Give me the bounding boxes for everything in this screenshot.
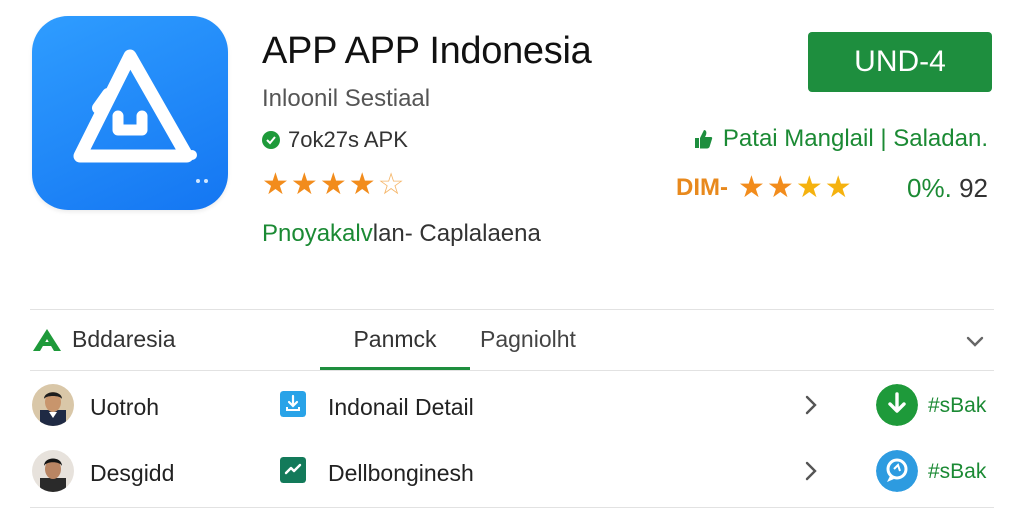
install-button[interactable]: UND-4 bbox=[808, 32, 992, 92]
star-icon: ★ bbox=[738, 171, 765, 204]
app-rating-stars: ★ ★ ★ ★ ☆ bbox=[262, 168, 405, 202]
star-icon: ★ bbox=[824, 171, 852, 204]
stats-row: DIM- ★ ★ ★ ★ 0%. 92 bbox=[676, 168, 988, 208]
star-icon: ★ bbox=[262, 168, 289, 201]
brand-logo-icon bbox=[33, 328, 61, 351]
thumbs-up-icon bbox=[694, 130, 713, 149]
app-tagline: Pnoyakalvlan- Caplalaena bbox=[262, 220, 541, 248]
stat-stars: ★ ★ ★ ★ bbox=[738, 171, 872, 205]
star-icon: ★ bbox=[766, 171, 794, 204]
apk-size-label: 7ok27s APK bbox=[288, 127, 408, 152]
warning-triangle-icon bbox=[73, 49, 208, 183]
star-icon: ★ bbox=[290, 168, 318, 201]
list-item-name: Uotroh bbox=[90, 394, 160, 420]
tab-pagniolht[interactable]: Pagniolht bbox=[480, 326, 576, 370]
download-app-icon bbox=[280, 391, 306, 417]
star-icon: ★ bbox=[795, 171, 823, 204]
list-item[interactable]: Uotroh Indonail Detail #sBak bbox=[30, 374, 994, 438]
divider bbox=[30, 370, 994, 371]
list-item-name: Desgidd bbox=[90, 460, 175, 486]
stat-label: DIM- bbox=[676, 174, 728, 201]
location-icon[interactable] bbox=[876, 450, 918, 492]
star-outline-icon: ☆ bbox=[377, 168, 405, 201]
verified-check-icon bbox=[262, 131, 280, 149]
chevron-down-icon[interactable] bbox=[964, 330, 986, 352]
divider bbox=[30, 507, 994, 508]
list-item[interactable]: Desgidd Dellbonginesh #sBak bbox=[30, 440, 994, 504]
avatar bbox=[32, 384, 74, 426]
app-icon bbox=[32, 16, 228, 210]
download-icon[interactable] bbox=[876, 384, 918, 426]
tab-bar: Bddaresia Panmck Pagniolht bbox=[30, 310, 994, 370]
avatar bbox=[32, 450, 74, 492]
tagline-highlight: Pnoyakalv bbox=[262, 220, 373, 247]
chart-app-icon bbox=[280, 457, 306, 483]
info-text: Patai Manglail | Saladan. bbox=[722, 125, 988, 152]
stat-percent-count: 0%. 92 bbox=[907, 173, 988, 204]
brand[interactable]: Bddaresia bbox=[30, 326, 176, 353]
star-icon: ★ bbox=[319, 168, 347, 201]
tab-panmck[interactable]: Panmck bbox=[320, 326, 470, 370]
chevron-right-icon[interactable] bbox=[802, 460, 820, 482]
developer-name[interactable]: Inloonil Sestiaal bbox=[262, 85, 430, 113]
list-item-app: Dellbonginesh bbox=[328, 460, 474, 486]
stat-percent: 0%. bbox=[907, 172, 952, 203]
star-icon: ★ bbox=[348, 168, 376, 201]
list-item-app: Indonail Detail bbox=[328, 394, 474, 420]
apk-size-line: 7ok27s APK bbox=[262, 127, 408, 153]
tagline-rest: lan- Caplalaena bbox=[372, 220, 541, 247]
brand-label: Bddaresia bbox=[72, 326, 176, 352]
chevron-right-icon[interactable] bbox=[802, 394, 820, 416]
app-title: APP APP Indonesia bbox=[262, 30, 592, 72]
info-line[interactable]: Patai Manglail | Saladan. bbox=[693, 125, 988, 153]
list-item-action[interactable]: #sBak bbox=[928, 394, 986, 418]
stat-count: 92 bbox=[959, 172, 988, 203]
list-item-action[interactable]: #sBak bbox=[928, 460, 986, 484]
